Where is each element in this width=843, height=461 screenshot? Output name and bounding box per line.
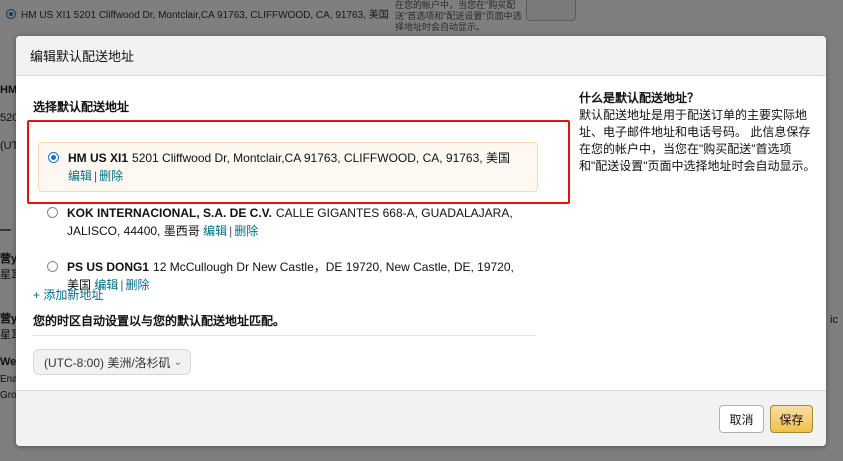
timezone-select[interactable]: (UTC-8:00) 美洲/洛杉矶 ⌄: [33, 349, 191, 375]
edit-address-link[interactable]: 编辑: [68, 169, 92, 183]
delete-address-link[interactable]: 删除: [126, 278, 150, 292]
help-title: 什么是默认配送地址？: [579, 91, 700, 105]
address-name: HM US XI1: [68, 151, 129, 165]
save-button[interactable]: 保存: [770, 405, 813, 433]
delete-address-link[interactable]: 删除: [234, 224, 258, 238]
edit-default-address-dialog: 编辑默认配送地址 选择默认配送地址 HM US XI1 5201 Cliffwoo…: [16, 36, 826, 446]
dialog-title: 编辑默认配送地址: [30, 49, 135, 64]
address-name: KOK INTERNACIONAL, S.A. DE C.V.: [67, 206, 272, 220]
radio-icon[interactable]: [47, 261, 58, 272]
divider: [33, 335, 536, 336]
section-title: 选择默认配送地址: [33, 100, 130, 114]
timezone-value: (UTC-8:00) 美洲/洛杉矶: [44, 355, 171, 370]
dialog-footer: 取消 保存: [16, 390, 826, 446]
radio-icon[interactable]: [47, 207, 58, 218]
edit-address-link[interactable]: 编辑: [203, 224, 227, 238]
help-panel: 什么是默认配送地址？ 默认配送地址是用于配送订单的主要实际地址、电子邮件地址和电…: [579, 90, 819, 175]
address-option-kok-internacional[interactable]: KOK INTERNACIONAL, S.A. DE C.V. CALLE GIG…: [38, 198, 538, 246]
radio-selected-icon[interactable]: [48, 152, 59, 163]
address-name: PS US DONG1: [67, 260, 150, 274]
add-new-address-link[interactable]: + 添加新地址: [33, 286, 103, 303]
delete-address-link[interactable]: 删除: [99, 169, 123, 183]
cancel-button[interactable]: 取消: [719, 405, 764, 433]
dialog-header: 编辑默认配送地址: [16, 36, 826, 76]
address-line: 5201 Cliffwood Dr, Montclair,CA 91763, C…: [132, 151, 510, 165]
address-list: HM US XI1 5201 Cliffwood Dr, Montclair,CA…: [38, 142, 538, 306]
address-option-hm-us-xi1[interactable]: HM US XI1 5201 Cliffwood Dr, Montclair,CA…: [38, 142, 538, 192]
address-option-ps-us-dong1[interactable]: PS US DONG1 12 McCullough Dr New Castle，D…: [38, 252, 538, 300]
chevron-down-icon: ⌄: [173, 357, 182, 368]
timezone-note: 您的时区自动设置以与您的默认配送地址匹配。: [33, 314, 286, 328]
help-body: 默认配送地址是用于配送订单的主要实际地址、电子邮件地址和电话号码。 此信息保存在…: [579, 108, 816, 173]
